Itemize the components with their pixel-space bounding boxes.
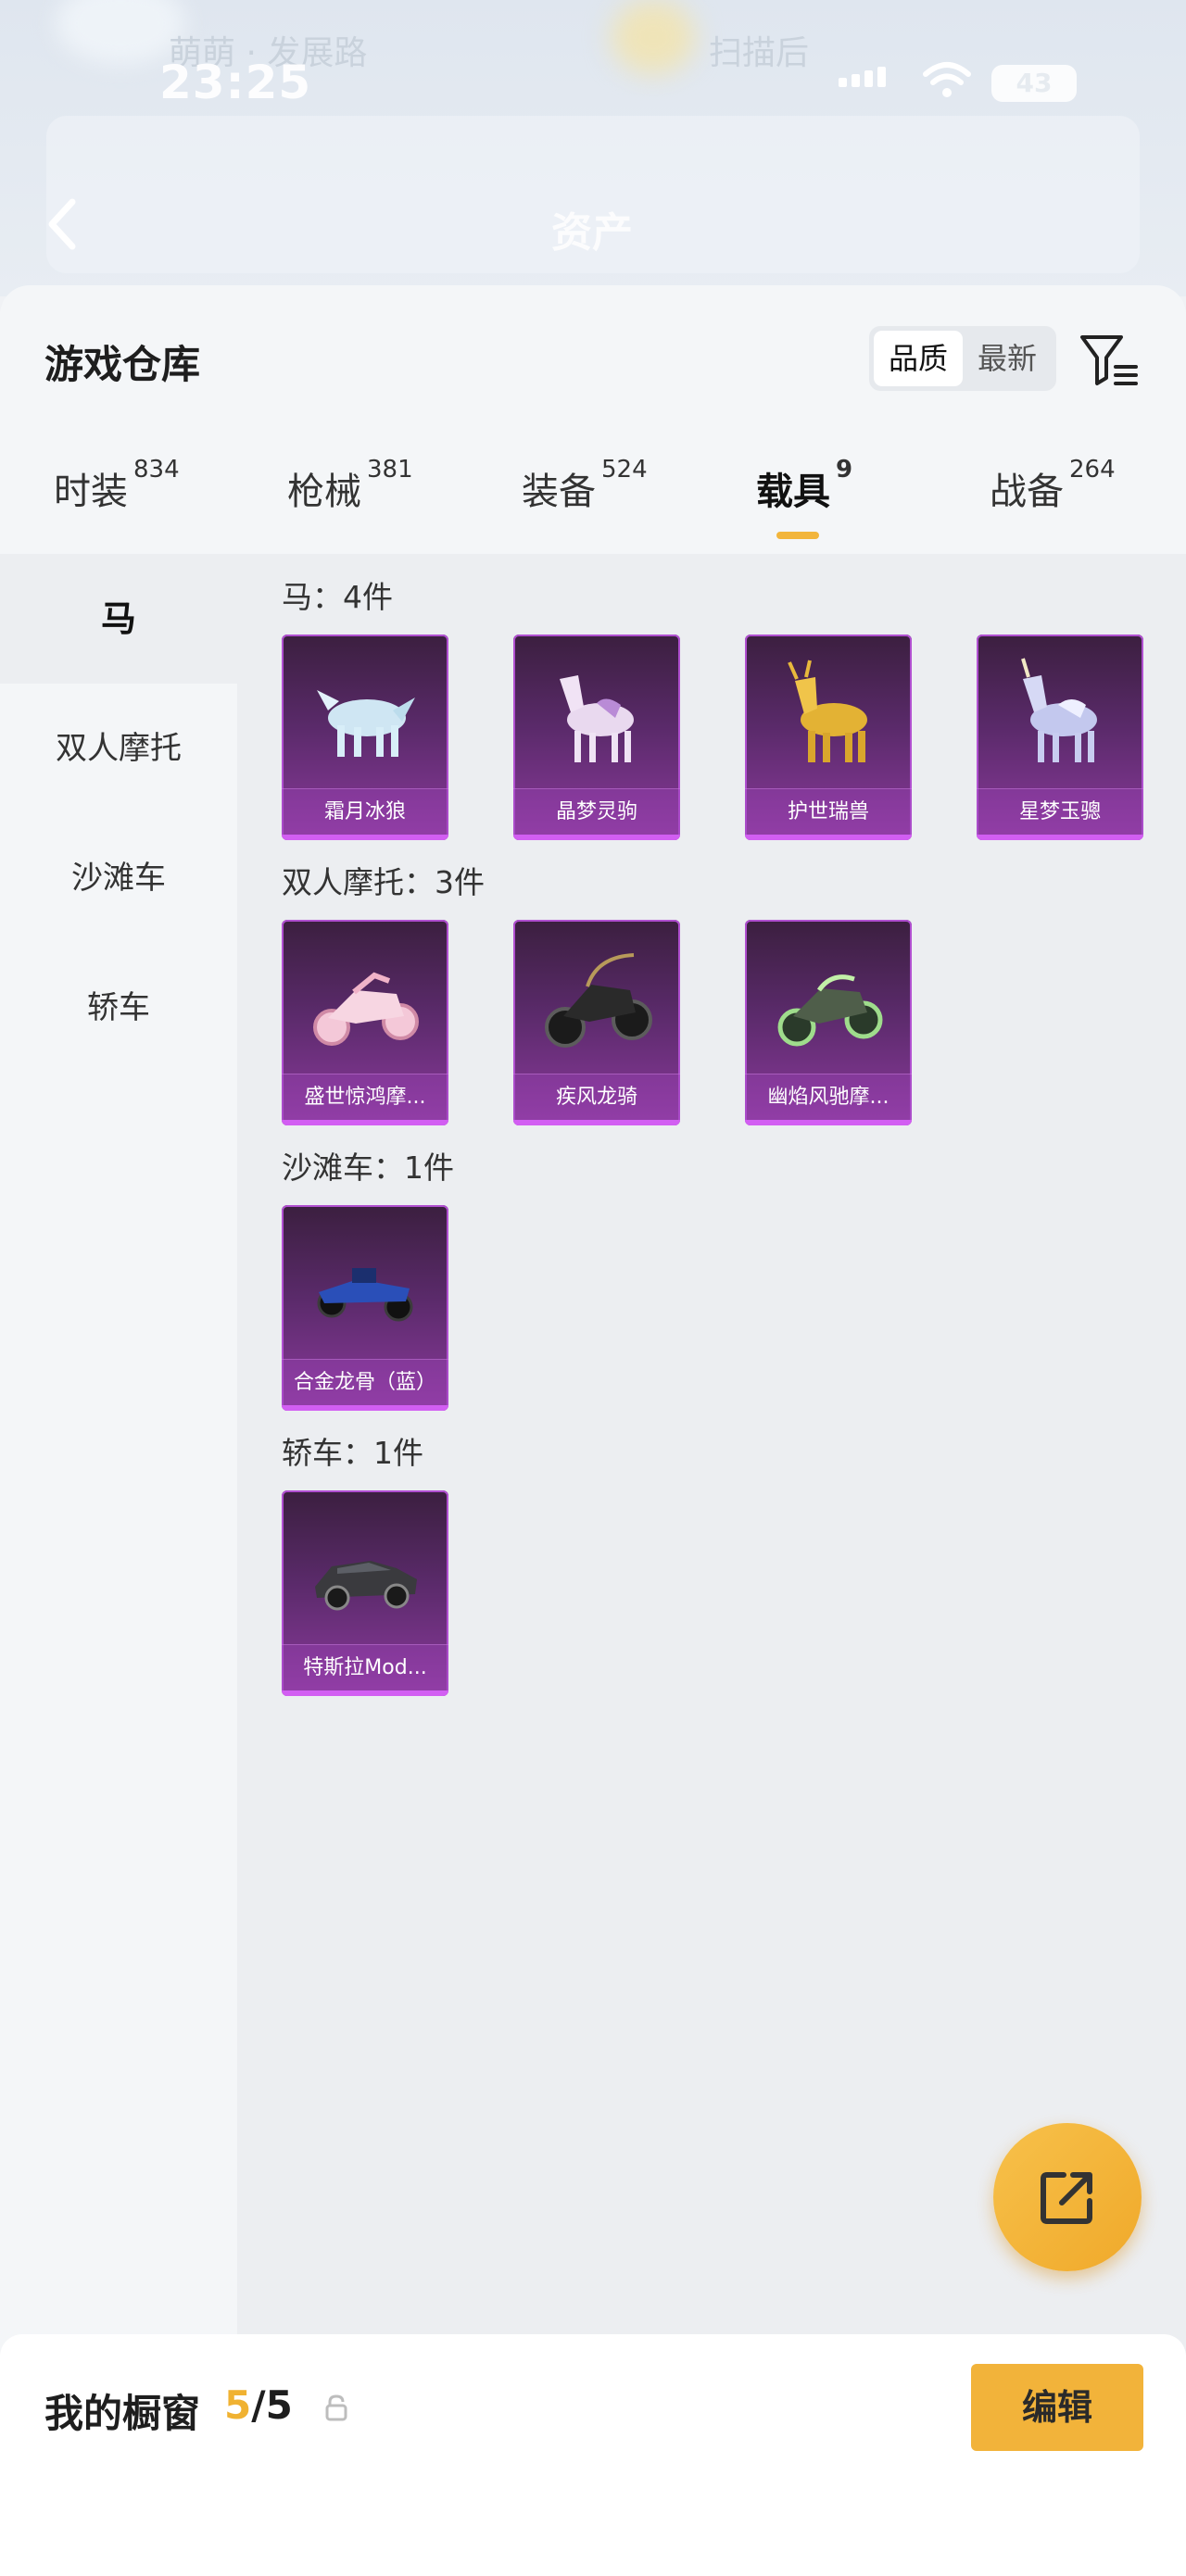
vehicle-type-sidebar: 马 双人摩托 沙滩车 轿车 [0,554,237,2576]
item-card[interactable]: 晶梦灵驹 [513,635,680,840]
item-name: 疾风龙骑 [513,1074,680,1120]
golden-beast-image [788,660,867,762]
item-name: 合金龙骨（蓝） [282,1359,448,1405]
tab-count: 381 [367,456,413,484]
tab-count: 264 [1069,456,1116,484]
section-header: 双人摩托：3件 [282,864,485,900]
tab-vehicles[interactable]: 载具9 [756,456,852,515]
tab-equipment[interactable]: 装备524 [522,456,648,515]
active-tab-indicator [776,532,819,539]
section-header: 沙滩车：1件 [282,1150,454,1186]
status-time: 23:25 [159,56,312,109]
sidebar-item-motorcycle[interactable]: 双人摩托 [0,684,237,813]
tab-count: 9 [836,456,853,484]
warehouse-sheet: 游戏仓库 品质 最新 时装834 枪械381 装备524 载具9 战备264 马… [0,285,1186,2576]
edit-button[interactable]: 编辑 [971,2364,1143,2451]
sort-option-newest[interactable]: 最新 [963,331,1052,386]
vehicle-grid: 马：4件 霜月冰狼 晶梦灵驹 护世瑞兽 星梦玉骢 双人摩托：3件 盛世惊鸿摩..… [237,554,1186,2576]
sidebar-item-beach-buggy[interactable]: 沙滩车 [0,813,237,943]
item-card[interactable]: 护世瑞兽 [745,635,912,840]
pink-motorcycle-image [313,972,419,1046]
sort-option-quality[interactable]: 品质 [874,331,963,386]
item-name: 晶梦灵驹 [513,788,680,835]
battery-icon: 43 [991,65,1077,102]
tab-label: 时装 [54,471,128,513]
category-tabs: 时装834 枪械381 装备524 载具9 战备264 [0,456,1186,554]
tab-battle-gear[interactable]: 战备264 [990,456,1116,515]
horse-mount-image [560,675,634,762]
showcase-current: 5 [224,2382,252,2428]
item-name: 星梦玉骢 [977,788,1143,835]
unicorn-mount-image [1021,658,1097,762]
sidebar-item-horse[interactable]: 马 [0,554,237,684]
tab-label: 装备 [522,471,596,513]
faint-header-text: 扫描后 [709,34,810,72]
wolf-mount-image [317,690,415,757]
showcase-count: 5/5 [224,2382,293,2428]
share-button[interactable] [993,2123,1142,2271]
external-link-icon [1041,2172,1092,2224]
item-name: 幽焰风驰摩... [745,1074,912,1120]
blue-buggy-image [317,1268,413,1322]
section-header: 轿车：1件 [282,1435,423,1471]
tab-label: 枪械 [287,471,361,513]
item-name: 盛世惊鸿摩... [282,1074,448,1120]
page-title: 资产 [551,209,633,257]
tab-count: 834 [133,456,180,484]
warehouse-title: 游戏仓库 [44,342,201,387]
sedan-car-image [315,1561,417,1611]
top-header: 萌萌 · 发展路 扫描后 23:25 43 资产 [0,0,1186,296]
blur-glow [612,0,695,74]
item-card[interactable]: 合金龙骨（蓝） [282,1205,448,1411]
item-card[interactable]: 盛世惊鸿摩... [282,920,448,1125]
tab-label: 战备 [990,471,1064,513]
tab-count: 524 [601,456,648,484]
item-card[interactable]: 幽焰风驰摩... [745,920,912,1125]
section-header: 马：4件 [282,579,393,615]
green-flame-motorcycle-image [777,974,883,1047]
wifi-icon [923,62,971,97]
black-motorcycle-image [545,953,652,1048]
item-card[interactable]: 星梦玉骢 [977,635,1143,840]
item-name: 霜月冰狼 [282,788,448,835]
chevron-left-icon[interactable] [44,196,82,252]
filter-icon[interactable] [1079,332,1140,389]
showcase-total: /5 [251,2382,293,2428]
item-name: 特斯拉Mod... [282,1644,448,1690]
item-card[interactable]: 特斯拉Mod... [282,1490,448,1696]
sort-toggle: 品质 最新 [869,326,1056,391]
signal-icon [839,67,886,87]
tab-weapons[interactable]: 枪械381 [287,456,413,515]
item-name: 护世瑞兽 [745,788,912,835]
showcase-label: 我的橱窗 [44,2391,201,2436]
sidebar-item-sedan[interactable]: 轿车 [0,943,237,1073]
item-card[interactable]: 疾风龙骑 [513,920,680,1125]
showcase-bar: 我的橱窗 5/5 编辑 [0,2334,1186,2576]
lock-icon [325,2394,347,2421]
tab-label: 载具 [756,471,830,513]
item-card[interactable]: 霜月冰狼 [282,635,448,840]
tab-fashion[interactable]: 时装834 [54,456,180,515]
